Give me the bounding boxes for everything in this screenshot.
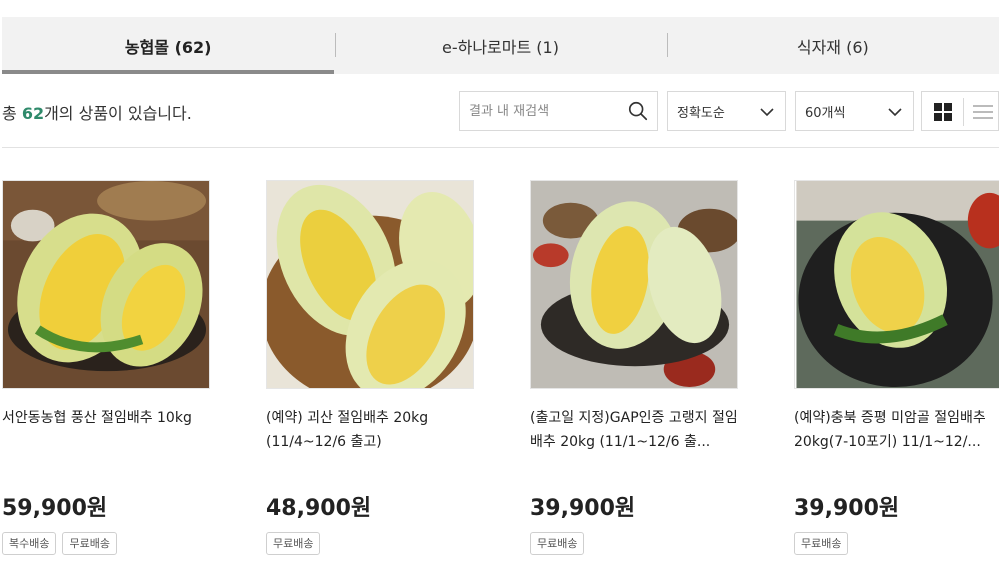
search-box xyxy=(459,91,658,131)
product-price: 48,900원 xyxy=(266,496,372,521)
product-name[interactable]: (출고일 지정)GAP인증 고랭지 절임배추 20kg (11/1~12/6 출… xyxy=(530,406,738,454)
search-input[interactable] xyxy=(460,103,620,119)
product-price: 39,900원 xyxy=(794,496,900,521)
tab-label: 농협몰 (62) xyxy=(124,37,212,57)
product-image[interactable] xyxy=(2,180,210,389)
product-name[interactable]: 서안동농협 풍산 절임배추 10kg xyxy=(2,406,210,454)
category-tabs: 농협몰 (62) e-하나로마트 (1) 식자재 (6) xyxy=(2,17,999,74)
product-name[interactable]: (예약)충북 증평 미암골 절임배추 20kg(7-10포기) 11/1~12/… xyxy=(794,406,999,454)
view-toggle-divider xyxy=(963,98,964,126)
product-badges: 복수배송 무료배송 xyxy=(2,532,117,555)
product-name[interactable]: (예약) 괴산 절임배추 20kg (11/4~12/6 출고) xyxy=(266,406,474,454)
sort-select[interactable]: 정확도순 xyxy=(667,91,786,131)
chevron-down-icon xyxy=(888,108,902,117)
per-page-select[interactable]: 60개씩 xyxy=(795,91,914,131)
badge-multi-delivery: 복수배송 xyxy=(2,532,57,555)
tab-food-ingredients[interactable]: 식자재 (6) xyxy=(667,17,999,74)
result-count-suffix: 개의 상품이 있습니다. xyxy=(44,104,192,123)
product-badges: 무료배송 xyxy=(530,532,585,555)
search-icon[interactable] xyxy=(627,100,649,122)
tab-e-hanaro-mart[interactable]: e-하나로마트 (1) xyxy=(334,17,666,74)
product-image[interactable] xyxy=(266,180,474,389)
badge-free-delivery: 무료배송 xyxy=(794,532,849,555)
product-price: 59,900원 xyxy=(2,496,108,521)
list-view-icon[interactable] xyxy=(973,103,993,121)
tab-label: 식자재 (6) xyxy=(796,37,869,57)
badge-free-delivery: 무료배송 xyxy=(530,532,585,555)
result-count-prefix: 총 xyxy=(2,104,22,123)
grid-view-icon[interactable] xyxy=(934,103,952,121)
result-count-number: 62 xyxy=(21,104,45,123)
product-card[interactable]: (예약) 괴산 절임배추 20kg (11/4~12/6 출고) 48,900원… xyxy=(266,180,474,555)
result-count: 총 62개의 상품이 있습니다. xyxy=(2,100,192,124)
tab-divider xyxy=(667,33,668,57)
product-card[interactable]: (출고일 지정)GAP인증 고랭지 절임배추 20kg (11/1~12/6 출… xyxy=(530,180,738,555)
badge-free-delivery: 무료배송 xyxy=(266,532,321,555)
view-toggle xyxy=(921,91,999,131)
product-card[interactable]: 서안동농협 풍산 절임배추 10kg 59,900원 복수배송 무료배송 xyxy=(2,180,210,555)
product-image[interactable] xyxy=(530,180,738,389)
tab-nh-mall[interactable]: 농협몰 (62) xyxy=(2,17,335,74)
tab-label: e-하나로마트 (1) xyxy=(442,37,559,57)
per-page-selected-value: 60개씩 xyxy=(805,105,846,121)
product-card[interactable]: (예약)충북 증평 미암골 절임배추 20kg(7-10포기) 11/1~12/… xyxy=(794,180,999,555)
product-badges: 무료배송 xyxy=(266,532,321,555)
badge-free-delivery: 무료배송 xyxy=(62,532,117,555)
sort-selected-value: 정확도순 xyxy=(677,105,725,121)
product-badges: 무료배송 xyxy=(794,532,849,555)
chevron-down-icon xyxy=(760,108,774,117)
product-image[interactable] xyxy=(794,180,999,389)
toolbar-divider xyxy=(2,147,999,148)
product-price: 39,900원 xyxy=(530,496,636,521)
tab-divider xyxy=(335,33,336,57)
